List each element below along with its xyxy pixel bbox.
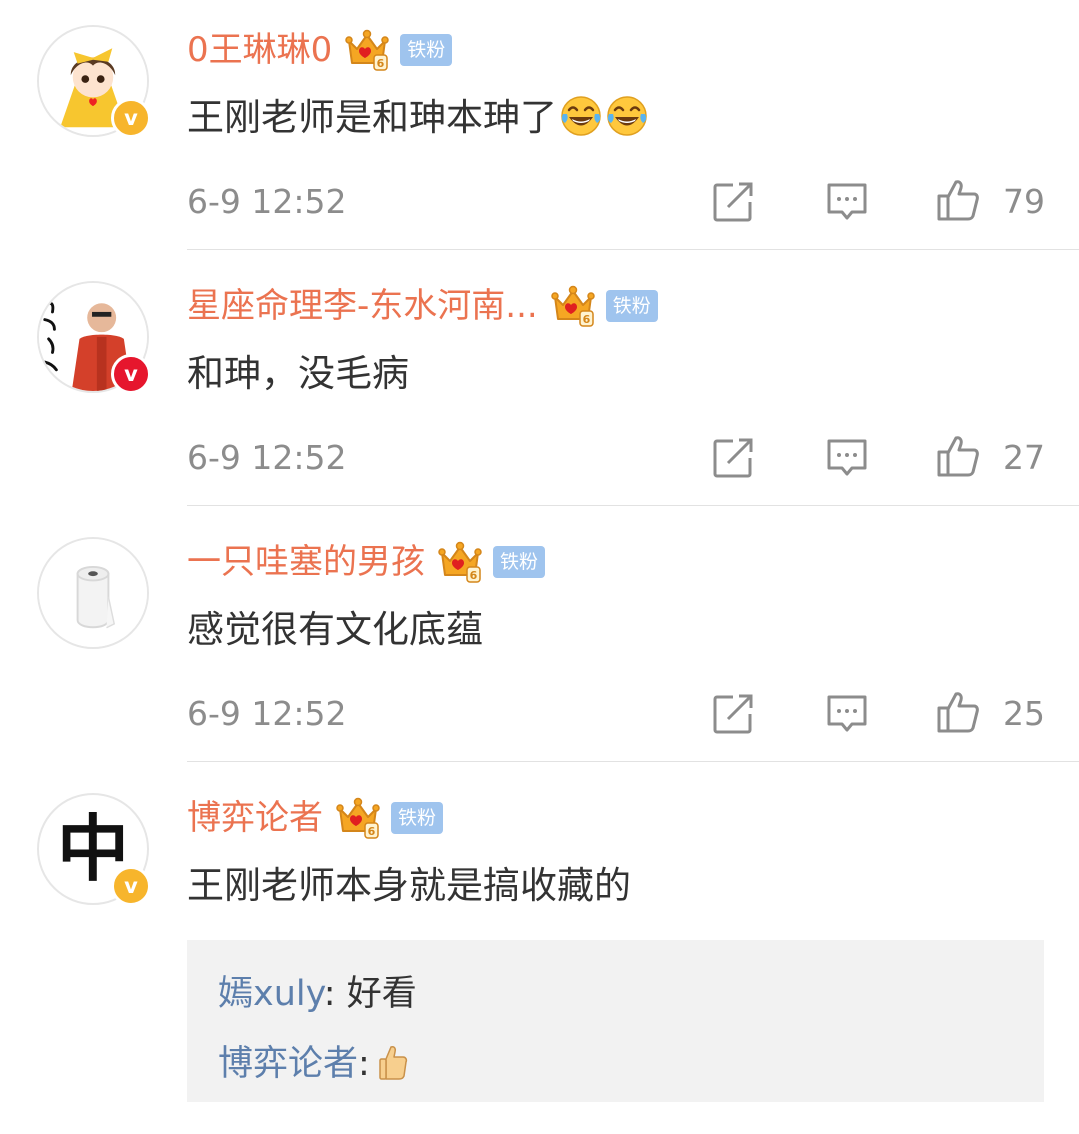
- replies-box[interactable]: 嫣xuly: 好看 博弈论者:: [187, 940, 1044, 1102]
- thumbs-up-emoji-icon: [378, 1045, 408, 1081]
- username[interactable]: 博弈论者: [187, 792, 323, 844]
- comment-text: 王刚老师本身就是搞收藏的: [187, 864, 631, 907]
- reply-username[interactable]: 嫣xuly: [218, 974, 324, 1014]
- reply-separator: :: [323, 974, 347, 1014]
- reply-item[interactable]: 嫣xuly: 好看: [218, 970, 417, 1018]
- reply-text: 好看: [346, 974, 417, 1014]
- reply-item[interactable]: 博弈论者:: [218, 1040, 408, 1088]
- comment-item: 中 v 博弈论者 铁粉 王刚老师本身就是搞收藏的 嫣xuly: 好看 博弈论者:: [0, 0, 1079, 1134]
- fan-badge: 铁粉: [391, 802, 444, 834]
- reply-username[interactable]: 博弈论者: [218, 1044, 358, 1084]
- reply-separator: :: [358, 1044, 370, 1084]
- verified-badge-icon: v: [111, 866, 151, 906]
- crown-icon: [335, 795, 381, 841]
